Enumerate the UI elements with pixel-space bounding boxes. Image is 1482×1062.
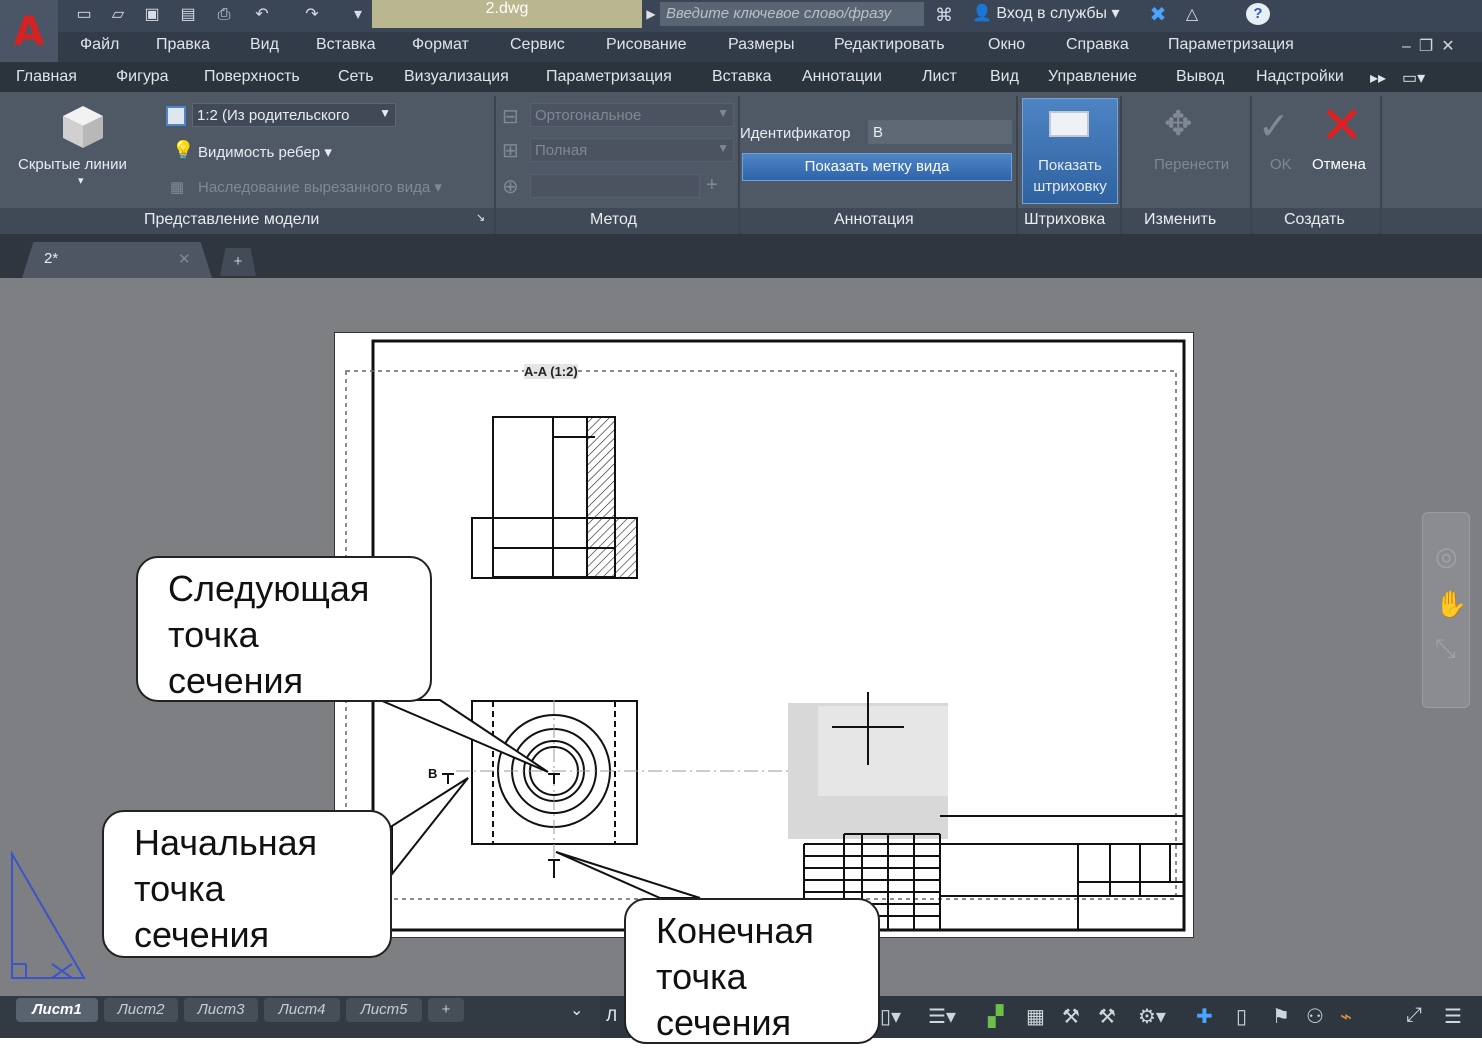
isolate-objects-icon[interactable]: ⚑ (1272, 1004, 1290, 1029)
drawing-frame (371, 339, 1186, 932)
layout-tab-1[interactable]: Лист1 (16, 998, 98, 1022)
callout-line: сечения (168, 660, 304, 701)
callout-line: точка (656, 956, 747, 997)
annotation-scale-icon[interactable]: ⚒ (1062, 1004, 1080, 1029)
callout-line: Следующая (168, 568, 370, 609)
viewport-icon[interactable]: ▦ (1026, 1004, 1045, 1029)
viewport-boundary (345, 370, 1177, 900)
annotation-icon[interactable]: ☰▾ (928, 1004, 956, 1029)
ucs-icon (11, 850, 86, 979)
cut-plane-label: B (428, 766, 438, 781)
annotation-visibility-icon[interactable]: ⚒ (1098, 1004, 1116, 1029)
callout-line: точка (134, 868, 225, 909)
section-view-label: A-A (1:2) (524, 364, 578, 379)
plus-crosshair-icon[interactable]: ✚ (1196, 1004, 1213, 1029)
navigation-bar[interactable]: ◎ ✋ ⤡ (1422, 512, 1470, 708)
callout-next-point: Следующая точка сечения (136, 556, 432, 702)
lock-ui-icon[interactable]: ▯ (1236, 1004, 1247, 1029)
section-preview-ghost (818, 706, 948, 796)
model-space-label: Л (606, 1006, 618, 1025)
callout-line: сечения (656, 1002, 792, 1043)
layout-tab-4[interactable]: Лист4 (264, 998, 340, 1022)
selection-cycling-icon[interactable]: ▞ (988, 1004, 1003, 1029)
callout-line: Конечная (656, 910, 814, 951)
pan-hand-icon[interactable]: ✋ (1435, 589, 1467, 620)
layout-tab-5[interactable]: Лист5 (346, 998, 422, 1022)
add-layout-button[interactable]: + (428, 998, 464, 1022)
workspace-gear-icon[interactable]: ⚙▾ (1138, 1004, 1166, 1029)
fullscreen-icon[interactable]: ⤢ (1406, 1004, 1422, 1027)
callout-line: Начальная (134, 822, 318, 863)
layout-tab-2[interactable]: Лист2 (104, 998, 178, 1022)
tabs-overflow-icon[interactable]: ⌄ (570, 1000, 583, 1020)
hardware-acceleration-icon[interactable]: ⚇ (1306, 1004, 1324, 1029)
clean-screen-icon[interactable]: ⌁ (1340, 1004, 1352, 1029)
callout-end-point: Конечная точка сечения (624, 898, 880, 1044)
layout-tab-3[interactable]: Лист3 (184, 998, 258, 1022)
callout-pointers (379, 699, 701, 899)
section-view (471, 416, 638, 579)
callout-line: точка (168, 614, 259, 655)
steering-wheel-icon[interactable]: ◎ (1435, 541, 1458, 572)
callout-start-point: Начальная точка сечения (102, 810, 392, 958)
lineweight-icon[interactable]: ▯▾ (880, 1004, 901, 1029)
callout-line: сечения (134, 914, 270, 955)
customization-menu-icon[interactable]: ☰ (1444, 1004, 1462, 1029)
zoom-extents-icon[interactable]: ⤡ (1435, 633, 1456, 665)
